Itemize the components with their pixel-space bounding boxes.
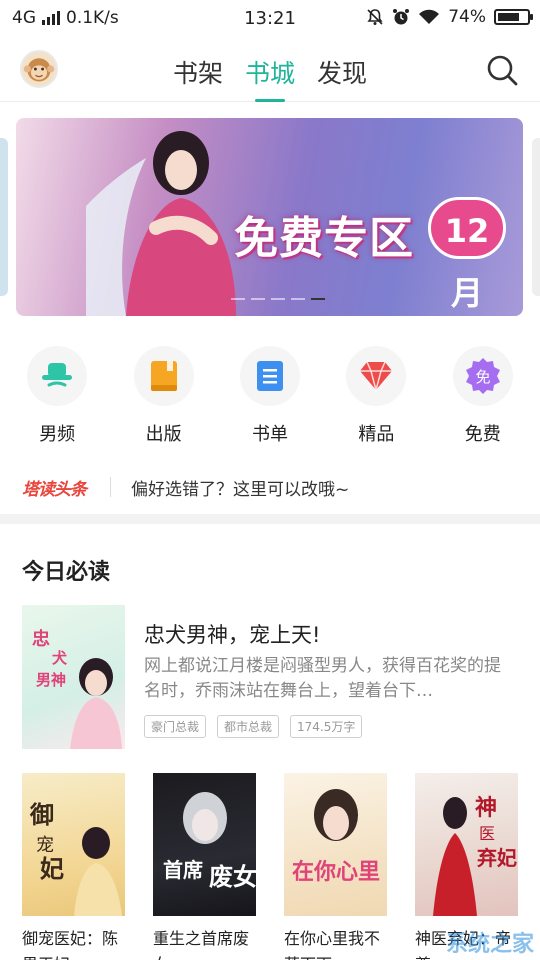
featured-book[interactable]: 忠 犬 男神 忠犬男神，宠上天! 网上都说江月楼是闷骚型男人，获得百花奖的提名时… (22, 605, 522, 750)
grid-book[interactable]: 在你心里 在你心里我不落下雨 (284, 773, 387, 960)
category-label: 精品 (358, 424, 395, 445)
main-tabs: 书架 书城 发现 (0, 54, 540, 102)
svg-text:神: 神 (475, 795, 497, 821)
cover-art: 忠 犬 男神 (32, 629, 122, 749)
book-name: 重生之首席废女 (153, 929, 250, 960)
svg-text:弃妃: 弃妃 (477, 846, 517, 870)
banner-title: 免费专区 (234, 213, 414, 264)
book-tag[interactable]: 都市总裁 (217, 715, 280, 738)
svg-text:在你心里: 在你心里 (292, 859, 380, 885)
category-label: 免费 (464, 424, 501, 445)
svg-text:宠: 宠 (36, 835, 54, 856)
category-label: 出版 (145, 424, 182, 445)
carousel-dot (271, 298, 285, 300)
book-word-count: 174.5万字 (290, 715, 363, 738)
svg-text:妃: 妃 (40, 854, 64, 883)
category-booklist[interactable]: 书单 (220, 346, 320, 446)
carousel-dot (311, 298, 325, 300)
category-male[interactable]: 男频 (7, 346, 107, 446)
book-tags: 豪门总裁 都市总裁 174.5万字 (144, 715, 363, 738)
battery-icon (494, 9, 533, 25)
category-label: 男频 (39, 424, 76, 445)
wifi-icon (419, 9, 440, 24)
male-hat-icon (27, 346, 88, 406)
svg-text:男神: 男神 (36, 671, 66, 689)
headline-ticker[interactable]: 塔读头条 偏好选错了？这里可以改哦~ (0, 468, 540, 506)
carousel-dot (251, 298, 265, 300)
list-icon (239, 346, 300, 406)
gem-icon (346, 346, 407, 406)
carousel-dots (231, 298, 325, 300)
section-title: 今日必读 (22, 560, 111, 585)
svg-text:废女: 废女 (209, 862, 256, 891)
category-publish[interactable]: 出版 (114, 346, 214, 446)
grid-book[interactable]: 御宠妃 御宠医妃：陈界王妃 (22, 773, 125, 960)
banner-prev-peek (0, 138, 8, 296)
book-name: 御宠医妃：陈界王妃 (22, 929, 119, 960)
category-premium[interactable]: 精品 (326, 346, 426, 446)
category-label: 书单 (251, 424, 288, 445)
book-cover[interactable]: 在你心里 (284, 773, 387, 916)
banner-month-badge: 12月 (428, 197, 506, 312)
top-nav: 书架 书城 发现 (0, 38, 540, 102)
book-tag[interactable]: 豪门总裁 (144, 715, 207, 738)
svg-text:忠: 忠 (32, 629, 50, 650)
book-description: 网上都说江月楼是闷骚型男人，获得百花奖的提名时，乔雨沫站在舞台上，望着台下… (144, 656, 501, 701)
free-badge-icon: 免 (452, 346, 513, 406)
free-badge-text: 免 (475, 368, 490, 386)
carousel-dot (291, 298, 305, 300)
book-title: 忠犬男神，宠上天! (144, 623, 321, 647)
svg-text:首席: 首席 (163, 858, 203, 882)
book-cover[interactable]: 御宠妃 (22, 773, 125, 916)
book-cover[interactable]: 神医弃妃 (415, 773, 518, 916)
tab-bookstore[interactable]: 书城 (245, 54, 295, 102)
banner-carousel[interactable]: 免费专区 12月 (0, 110, 540, 325)
section-divider (0, 514, 540, 524)
book-cover[interactable]: 首席 废女 (153, 773, 256, 916)
alarm-clock-icon (393, 9, 410, 25)
watermark: 系统之家 (445, 932, 534, 957)
grid-book[interactable]: 首席废女 重生之首席废女 (153, 773, 256, 960)
book-name: 在你心里我不落下雨 (284, 929, 381, 960)
svg-text:犬: 犬 (52, 649, 68, 667)
mute-bell-icon (367, 9, 383, 25)
ticker-divider (110, 477, 111, 497)
tab-discover[interactable]: 发现 (317, 54, 367, 102)
svg-text:医: 医 (479, 824, 495, 843)
banner-illustration (86, 131, 236, 316)
ticker-brand-logo: 塔读头条 (22, 479, 87, 500)
book-cover[interactable]: 忠 犬 男神 (22, 605, 125, 749)
book-icon (133, 346, 194, 406)
status-right: 74% (366, 7, 533, 27)
svg-text:御: 御 (29, 800, 54, 829)
category-row: 男频 出版 书单 精品 免 免费 (0, 346, 540, 446)
status-bar: 4G 0.1K/s 13:21 74% (0, 0, 540, 36)
banner-next-peek (532, 138, 540, 296)
ticker-text[interactable]: 偏好选错了？这里可以改哦~ (131, 475, 349, 500)
tab-bookshelf[interactable]: 书架 (173, 54, 223, 102)
battery-percent: 74% (448, 7, 486, 27)
search-icon[interactable] (486, 54, 518, 86)
carousel-dot (231, 298, 245, 300)
banner-slide[interactable]: 免费专区 12月 (16, 118, 523, 316)
category-free[interactable]: 免 免费 (433, 346, 533, 446)
